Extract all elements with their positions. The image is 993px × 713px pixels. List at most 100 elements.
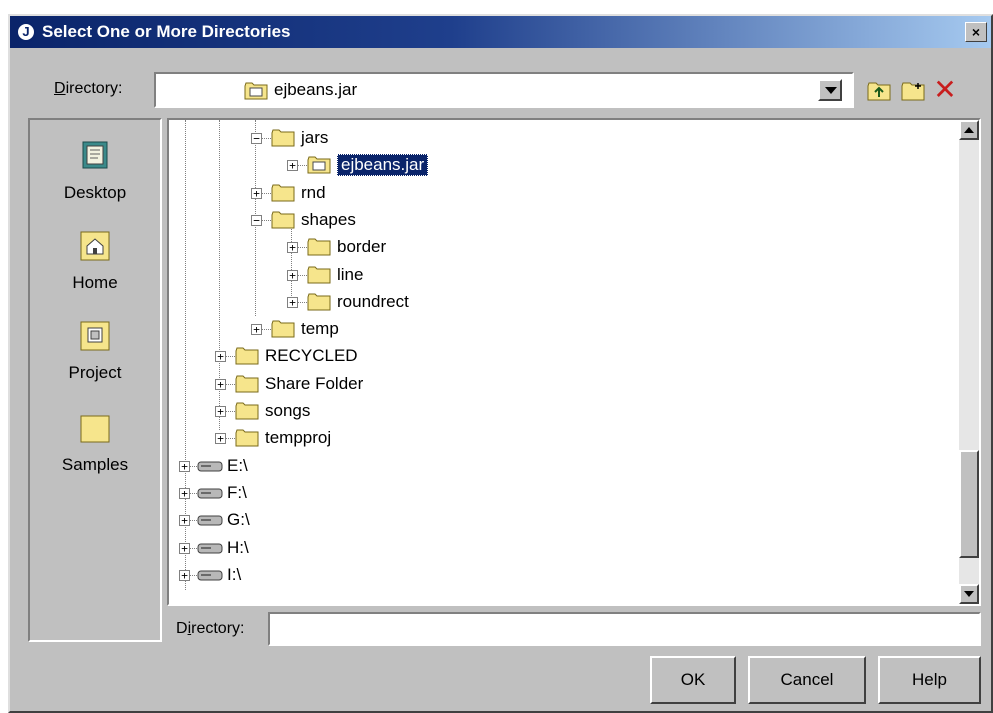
tree-node[interactable]: + ejbeans.jar (169, 153, 959, 179)
tree-node[interactable]: + RECYCLED (169, 344, 959, 370)
tree-node-label: line (337, 264, 364, 284)
tree-expander[interactable]: + (215, 351, 226, 363)
tree-node-label: songs (265, 401, 311, 420)
tree-node-label: shapes (301, 209, 356, 229)
tree-expander[interactable]: + (179, 515, 190, 527)
folder-up-icon[interactable] (866, 80, 892, 102)
tree-expander[interactable]: + (287, 269, 298, 281)
project-icon (80, 321, 110, 351)
drive-icon (197, 543, 223, 553)
tree-node[interactable]: + Share Folder (169, 372, 959, 398)
directory-combo-value: ejbeans.jar (274, 80, 358, 99)
tree-expander[interactable]: + (179, 487, 190, 499)
tree-expander[interactable]: − (251, 214, 262, 226)
tree-expander[interactable]: + (179, 542, 190, 554)
tree-node[interactable]: + E:\ (169, 454, 959, 480)
folder-icon (235, 375, 259, 393)
tree-node-label-selected: ejbeans.jar (337, 154, 429, 177)
drive-icon (197, 461, 223, 472)
desktop-icon (82, 141, 108, 169)
delete-icon[interactable]: ✕ (932, 76, 958, 104)
folder-icon (235, 402, 259, 420)
ok-button[interactable]: OK (650, 656, 736, 704)
directory-combo[interactable]: ejbeans.jar (154, 72, 854, 108)
tree-node[interactable]: + G:\ (169, 508, 959, 534)
tree-node[interactable]: + rnd (169, 181, 959, 207)
directory-input[interactable] (268, 612, 981, 646)
samples-folder-icon (80, 415, 110, 443)
folder-icon (271, 320, 295, 338)
place-project-label: Project (68, 363, 122, 382)
folder-icon (235, 429, 259, 447)
tree-node-label: tempproj (265, 428, 332, 448)
tree-node[interactable]: + F:\ (169, 481, 959, 507)
tree-node-label: E:\ (227, 455, 248, 475)
tree-node[interactable]: + border (169, 235, 959, 261)
folder-icon (271, 184, 295, 202)
directory-dropdown-button[interactable] (818, 79, 842, 101)
folder-icon (271, 211, 295, 229)
places-bar: Desktop Home Project Samples (28, 118, 162, 642)
tree-expander[interactable]: + (215, 433, 226, 445)
tree-node[interactable]: + temp (169, 317, 959, 343)
tree-node-label: jars (301, 128, 329, 147)
home-icon (80, 231, 110, 261)
jar-folder-icon (244, 82, 268, 100)
place-home[interactable]: Home (30, 228, 160, 293)
tree-node[interactable]: + tempproj (169, 426, 959, 452)
tree-expander[interactable]: + (179, 460, 190, 472)
new-folder-icon[interactable] (900, 80, 926, 102)
directory-label: Directory: (54, 80, 123, 97)
footer-directory-label: Directory: (176, 620, 245, 637)
tree-expander[interactable]: + (287, 160, 298, 172)
tree-node-label: border (337, 237, 387, 257)
tree-expander[interactable]: + (287, 296, 298, 308)
title-bar[interactable]: J Select One or More Directories × (10, 16, 991, 48)
vertical-scrollbar[interactable] (959, 120, 979, 604)
tree-node-label: Share Folder (265, 373, 364, 393)
tree-node[interactable]: + H:\ (169, 536, 959, 562)
help-button[interactable]: Help (878, 656, 981, 704)
tree-expander[interactable]: + (287, 242, 298, 254)
place-desktop[interactable]: Desktop (30, 138, 160, 203)
tree-node-label: temp (301, 319, 339, 339)
directory-tree[interactable]: − jars + ejbeans.jar + rnd − shapes + border + line… (167, 118, 981, 606)
tree-expander[interactable]: + (215, 378, 226, 390)
drive-icon (197, 570, 223, 581)
tree-expander[interactable]: + (215, 406, 226, 417)
drive-icon (197, 515, 223, 526)
tree-expander[interactable]: + (179, 569, 190, 581)
drive-icon (197, 488, 223, 499)
tree-node[interactable]: − shapes (169, 208, 959, 234)
cancel-button[interactable]: Cancel (748, 656, 866, 704)
tree-expander[interactable]: + (251, 187, 262, 199)
folder-icon (307, 266, 331, 283)
scroll-up-button[interactable] (959, 120, 979, 140)
select-directories-dialog: J Select One or More Directories × Direc… (8, 14, 993, 713)
tree-node-label: roundrect (337, 291, 409, 311)
tree-node-label: G:\ (227, 510, 250, 530)
place-samples-label: Samples (61, 455, 129, 474)
window-title: Select One or More Directories (42, 22, 291, 41)
tree-node[interactable]: + roundrect (169, 290, 959, 316)
tree-node-label: H:\ (227, 537, 249, 557)
close-button[interactable]: × (965, 22, 987, 42)
folder-icon (307, 293, 331, 311)
app-icon: J (16, 22, 36, 42)
scroll-down-button[interactable] (959, 584, 979, 604)
tree-expander[interactable]: + (251, 324, 262, 336)
tree-expander[interactable]: − (251, 133, 262, 144)
scroll-thumb[interactable] (959, 450, 979, 558)
folder-icon (235, 347, 259, 365)
folder-icon (307, 238, 331, 256)
place-samples[interactable]: Samples (30, 410, 160, 475)
tree-node[interactable]: − jars (169, 126, 959, 152)
tree-node-label: I:\ (227, 564, 242, 584)
tree-node[interactable]: + I:\ (169, 563, 959, 589)
place-project[interactable]: Project (30, 318, 160, 383)
tree-node[interactable]: + line (169, 263, 959, 289)
tree-node-label: RECYCLED (265, 346, 358, 366)
jar-folder-icon (307, 156, 331, 174)
tree-node[interactable]: + songs (169, 399, 959, 425)
tree-node-label: rnd (301, 182, 326, 202)
